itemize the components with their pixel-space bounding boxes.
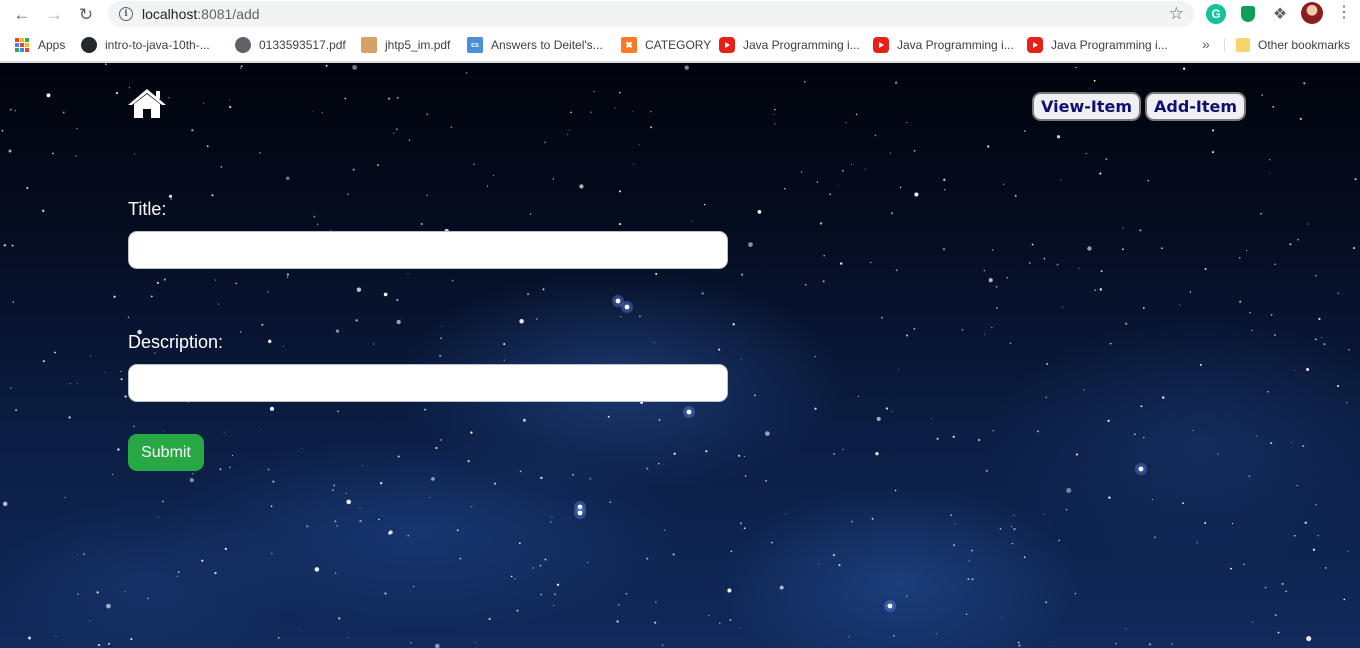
person-icon	[361, 37, 377, 53]
forward-arrow-icon[interactable]: →	[44, 4, 64, 24]
bookmark-java-programming-3[interactable]: Java Programming i...	[1027, 37, 1168, 53]
apps-grid-icon	[14, 37, 30, 53]
more-bookmarks-chevron-icon[interactable]: »	[1202, 36, 1210, 52]
globe-icon	[235, 37, 251, 53]
bookmark-answers-deitel[interactable]: cs Answers to Deitel's...	[467, 37, 603, 53]
browser-menu-icon[interactable]: ⋮	[1336, 4, 1352, 24]
page-content: View-Item Add-Item Title: Description: S…	[0, 63, 1360, 648]
cs-icon: cs	[467, 37, 483, 53]
home-icon[interactable]	[127, 87, 167, 119]
extensions-puzzle-icon[interactable]: ❖	[1270, 4, 1290, 24]
title-input[interactable]	[128, 231, 728, 269]
bookmark-label: Apps	[38, 38, 66, 52]
description-input[interactable]	[128, 364, 728, 402]
starfield-background	[1, 63, 1357, 648]
bookmark-category[interactable]: ✖ CATEGORY	[621, 37, 711, 53]
profile-avatar[interactable]	[1301, 2, 1323, 24]
xampp-icon: ✖	[621, 37, 637, 53]
youtube-icon	[873, 37, 889, 53]
bookmark-pdf-0133593517[interactable]: 0133593517.pdf	[235, 37, 346, 53]
bookmark-label: Other bookmarks	[1258, 38, 1351, 52]
bookmark-apps[interactable]: Apps	[14, 37, 65, 53]
youtube-icon	[1027, 37, 1043, 53]
browser-toolbar: ← → ↻ i localhost:8081/add ☆ G ❖ ⋮	[0, 0, 1360, 28]
bookmark-label: Java Programming i...	[1051, 38, 1168, 52]
bookmarks-divider	[1224, 38, 1225, 52]
reload-icon[interactable]: ↻	[76, 4, 96, 24]
back-arrow-icon[interactable]: ←	[12, 4, 32, 24]
bookmark-label: jhtp5_im.pdf	[385, 38, 451, 52]
bookmark-label: Java Programming i...	[897, 38, 1014, 52]
site-info-icon[interactable]: i	[119, 7, 133, 21]
bookmark-java-programming-1[interactable]: Java Programming i...	[719, 37, 860, 53]
title-label: Title:	[128, 199, 167, 219]
bookmark-label: Java Programming i...	[743, 38, 860, 52]
bookmark-label: Answers to Deitel's...	[491, 38, 603, 52]
bookmark-jhtp5[interactable]: jhtp5_im.pdf	[361, 37, 450, 53]
shield-extension-icon[interactable]	[1238, 4, 1258, 24]
add-item-link[interactable]: Add-Item	[1145, 92, 1247, 121]
url-text[interactable]: localhost:8081/add	[142, 6, 260, 22]
bookmark-star-icon[interactable]: ☆	[1169, 4, 1184, 24]
description-label: Description:	[128, 332, 224, 352]
bookmark-label: CATEGORY	[645, 38, 712, 52]
github-icon	[81, 37, 97, 53]
bookmarks-bar: Apps intro-to-java-10th-... 0133593517.p…	[0, 28, 1360, 62]
bookmark-other[interactable]: Other bookmarks	[1236, 37, 1350, 53]
bookmark-intro-to-java[interactable]: intro-to-java-10th-...	[81, 37, 210, 53]
url-path: :8081/add	[197, 6, 260, 22]
youtube-icon	[719, 37, 735, 53]
bookmark-label: intro-to-java-10th-...	[105, 38, 210, 52]
folder-icon	[1236, 38, 1250, 52]
bookmark-label: 0133593517.pdf	[259, 38, 346, 52]
view-item-link[interactable]: View-Item	[1032, 92, 1141, 121]
grammarly-icon[interactable]: G	[1206, 4, 1226, 24]
url-host: localhost	[142, 6, 198, 22]
address-bar[interactable]: i localhost:8081/add ☆	[108, 1, 1194, 27]
submit-button[interactable]: Submit	[128, 434, 204, 471]
bookmark-java-programming-2[interactable]: Java Programming i...	[873, 37, 1014, 53]
